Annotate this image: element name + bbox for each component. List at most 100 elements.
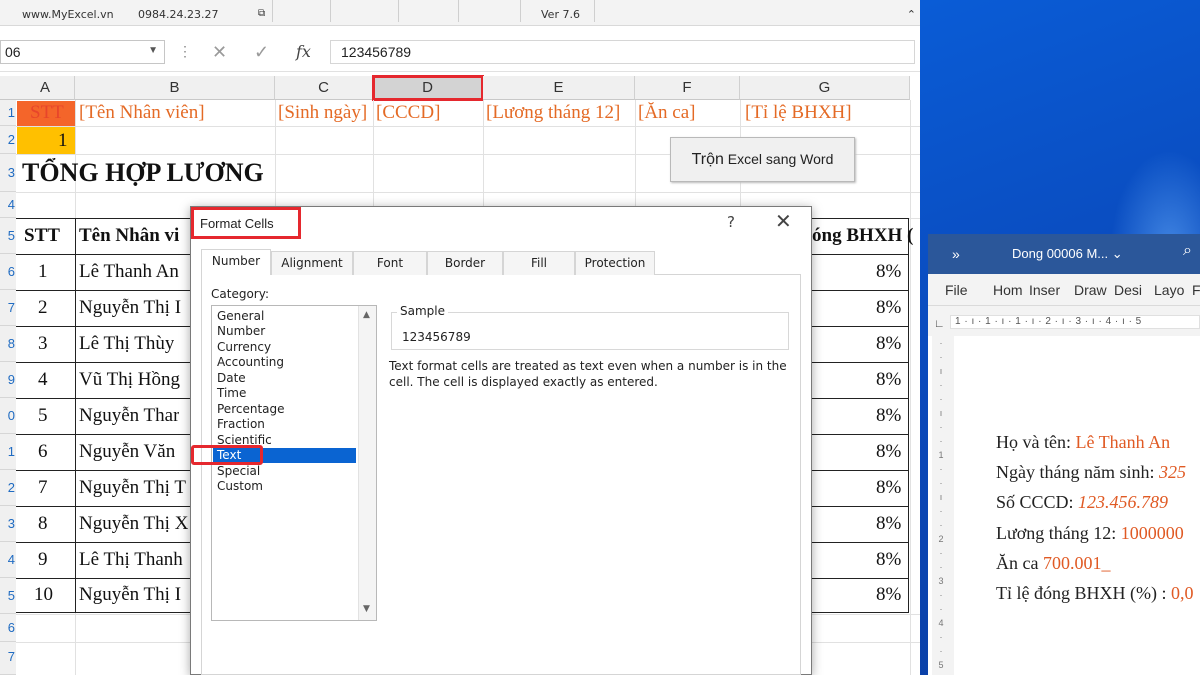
search-icon[interactable]: ⌕ [1183, 242, 1192, 260]
row-pct[interactable]: 8% [876, 369, 901, 391]
document-title[interactable]: Dong 00006 M... ⌄ [1012, 246, 1123, 262]
row-header[interactable]: 3 [0, 506, 16, 542]
tab-alignment[interactable]: Alignment [271, 251, 353, 275]
header-name[interactable]: Tên Nhân vi [79, 225, 179, 247]
quick-access-chevron-icon[interactable]: » [952, 246, 960, 262]
category-item-fraction[interactable]: Fraction [217, 417, 265, 432]
row-stt[interactable]: 6 [38, 441, 48, 463]
row-pct[interactable]: 8% [876, 513, 901, 535]
row-stt[interactable]: 8 [38, 513, 48, 535]
row-stt[interactable]: 5 [38, 405, 48, 427]
cancel-icon[interactable]: ✕ [212, 42, 227, 63]
placeholder-cccd[interactable]: [CCCD] [376, 102, 440, 124]
formula-input[interactable]: 123456789 [330, 40, 915, 64]
col-header-e[interactable]: E [483, 76, 635, 100]
category-item-currency[interactable]: Currency [217, 340, 271, 355]
row-header[interactable]: 1 [0, 434, 16, 470]
menu-more[interactable]: F [1192, 282, 1200, 298]
row-header[interactable]: 2 [0, 126, 16, 154]
help-icon[interactable]: ? [727, 213, 735, 231]
scroll-down-icon[interactable]: ▼ [363, 604, 370, 614]
tab-font[interactable]: Font [353, 251, 427, 275]
col-header-b[interactable]: B [75, 76, 275, 100]
row-header[interactable]: 5 [0, 218, 16, 254]
doc-line-cccd[interactable]: Số CCCD: 123.456.789 [996, 492, 1168, 513]
row-stt[interactable]: 3 [38, 333, 48, 355]
col-header-d[interactable]: D [372, 75, 484, 101]
col-header-a[interactable]: A [16, 76, 75, 100]
menu-layout[interactable]: Layo [1154, 282, 1184, 298]
category-item-accounting[interactable]: Accounting [217, 355, 284, 370]
col-header-f[interactable]: F [635, 76, 740, 100]
placeholder-stt[interactable]: STT [30, 102, 64, 124]
chevron-down-icon[interactable]: ▼ [148, 45, 158, 56]
doc-line-birth[interactable]: Ngày tháng năm sinh: 325 [996, 462, 1186, 483]
row-stt[interactable]: 4 [38, 369, 48, 391]
row-name[interactable]: Lê Thị Thùy [79, 333, 174, 355]
placeholder-name[interactable]: [Tên Nhân viên] [79, 102, 205, 124]
enter-icon[interactable]: ✓ [254, 42, 269, 63]
col-header-c[interactable]: C [275, 76, 373, 100]
row-stt[interactable]: 2 [38, 297, 48, 319]
category-item-number[interactable]: Number [217, 324, 265, 339]
header-bhxh[interactable]: óng BHXH ( [812, 225, 913, 247]
doc-line-name[interactable]: Họ và tên: Lê Thanh An [996, 432, 1170, 453]
row-name[interactable]: Nguyễn Thị I [79, 297, 181, 319]
row-header[interactable]: 0 [0, 398, 16, 434]
row-name[interactable]: Lê Thị Thanh [79, 549, 183, 571]
row-header[interactable]: 4 [0, 192, 16, 218]
category-item-general[interactable]: General [217, 309, 264, 324]
row-pct[interactable]: 8% [876, 441, 901, 463]
placeholder-meal[interactable]: [Ăn ca] [638, 102, 696, 124]
category-item-time[interactable]: Time [217, 386, 246, 401]
row-pct[interactable]: 8% [876, 549, 901, 571]
row-name[interactable]: Nguyễn Thị X [79, 513, 188, 535]
doc-line-bhxh[interactable]: Tỉ lệ đóng BHXH (%) : 0,0 [996, 583, 1193, 604]
tab-fill[interactable]: Fill [503, 251, 575, 275]
row-pct[interactable]: 8% [876, 477, 901, 499]
row-name[interactable]: Vũ Thị Hồng [79, 369, 180, 391]
tab-protection[interactable]: Protection [575, 251, 655, 275]
row-header[interactable]: 4 [0, 542, 16, 578]
menu-design[interactable]: Desi [1114, 282, 1142, 298]
row-header[interactable]: 7 [0, 290, 16, 326]
row-name[interactable]: Nguyễn Thị I [79, 584, 181, 606]
header-stt[interactable]: STT [24, 225, 60, 247]
ruler-scale[interactable]: 1 · ı · 1 · ı · 1 · ı · 2 · ı · 3 · ı · … [950, 315, 1200, 329]
merge-excel-to-word-button[interactable]: Trộn Excel sang Word [670, 137, 855, 182]
row-stt[interactable]: 9 [38, 549, 48, 571]
category-item-custom[interactable]: Custom [217, 479, 263, 494]
placeholder-salary[interactable]: [Lương tháng 12] [486, 102, 635, 124]
row-name[interactable]: Nguyễn Thar [79, 405, 179, 427]
collapse-ribbon-icon[interactable]: ⌃ [907, 8, 916, 21]
row-header[interactable]: 2 [0, 470, 16, 506]
close-icon[interactable]: ✕ [775, 209, 792, 233]
row-header[interactable]: 6 [0, 614, 16, 642]
cell-a2-value[interactable]: 1 [58, 130, 68, 152]
row-stt[interactable]: 7 [38, 477, 48, 499]
insert-function-icon[interactable]: fx [296, 42, 311, 61]
category-item-percentage[interactable]: Percentage [217, 402, 285, 417]
doc-line-meal[interactable]: Ăn ca 700.001_ [996, 553, 1110, 574]
tab-number[interactable]: Number [201, 249, 271, 276]
tab-stop-icon[interactable]: ∟ [934, 318, 945, 330]
row-pct[interactable]: 8% [876, 297, 901, 319]
tab-border[interactable]: Border [427, 251, 503, 275]
scroll-up-icon[interactable]: ▲ [363, 310, 370, 320]
row-stt[interactable]: 1 [38, 261, 48, 283]
doc-line-salary[interactable]: Lương tháng 12: 1000000 [996, 523, 1184, 544]
row-header[interactable]: 9 [0, 362, 16, 398]
col-header-g[interactable]: G [740, 76, 910, 100]
row-header[interactable]: 6 [0, 254, 16, 290]
row-stt[interactable]: 10 [34, 584, 53, 606]
placeholder-birth[interactable]: [Sinh ngày] [278, 102, 373, 124]
row-header[interactable]: 7 [0, 642, 16, 675]
row-name[interactable]: Nguyễn Thị T [79, 477, 186, 499]
row-header[interactable]: 3 [0, 154, 16, 192]
select-all-corner[interactable] [0, 76, 16, 100]
category-item-date[interactable]: Date [217, 371, 246, 386]
row-pct[interactable]: 8% [876, 584, 901, 606]
menu-home[interactable]: Hom [993, 282, 1023, 298]
sheet-title[interactable]: TỔNG HỢP LƯƠNG [22, 158, 264, 188]
menu-draw[interactable]: Draw [1074, 282, 1107, 298]
